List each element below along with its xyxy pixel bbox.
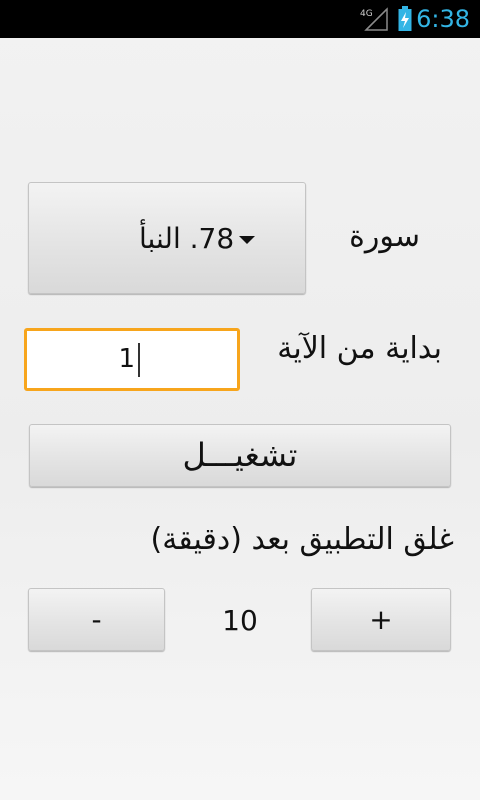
text-cursor (138, 343, 140, 377)
start-ayah-value: 1 (118, 344, 135, 374)
signal-4g-icon: 4G (360, 7, 388, 31)
surah-selected-value: 78. النبأ (139, 222, 235, 255)
play-button-label: تشغيـــل (182, 436, 298, 474)
surah-label: سورة (349, 219, 420, 254)
svg-text:4G: 4G (360, 9, 373, 19)
minus-label: - (91, 603, 102, 636)
start-ayah-input[interactable]: 1 (24, 328, 240, 391)
close-app-timer-label: غلق التطبيق بعد (دقيقة) (150, 522, 454, 557)
battery-charging-icon (398, 6, 412, 31)
increase-minutes-button[interactable]: + (311, 588, 451, 651)
start-ayah-label: بداية من الآية (277, 331, 442, 366)
clock-time: 6:38 (416, 5, 470, 33)
dropdown-arrow-icon (239, 236, 255, 244)
plus-label: + (369, 603, 393, 636)
status-bar: 4G 6:38 (0, 0, 480, 38)
decrease-minutes-button[interactable]: - (28, 588, 165, 651)
surah-spinner[interactable]: 78. النبأ (28, 182, 306, 294)
minutes-value: 10 (222, 604, 258, 637)
play-button[interactable]: تشغيـــل (29, 424, 451, 487)
